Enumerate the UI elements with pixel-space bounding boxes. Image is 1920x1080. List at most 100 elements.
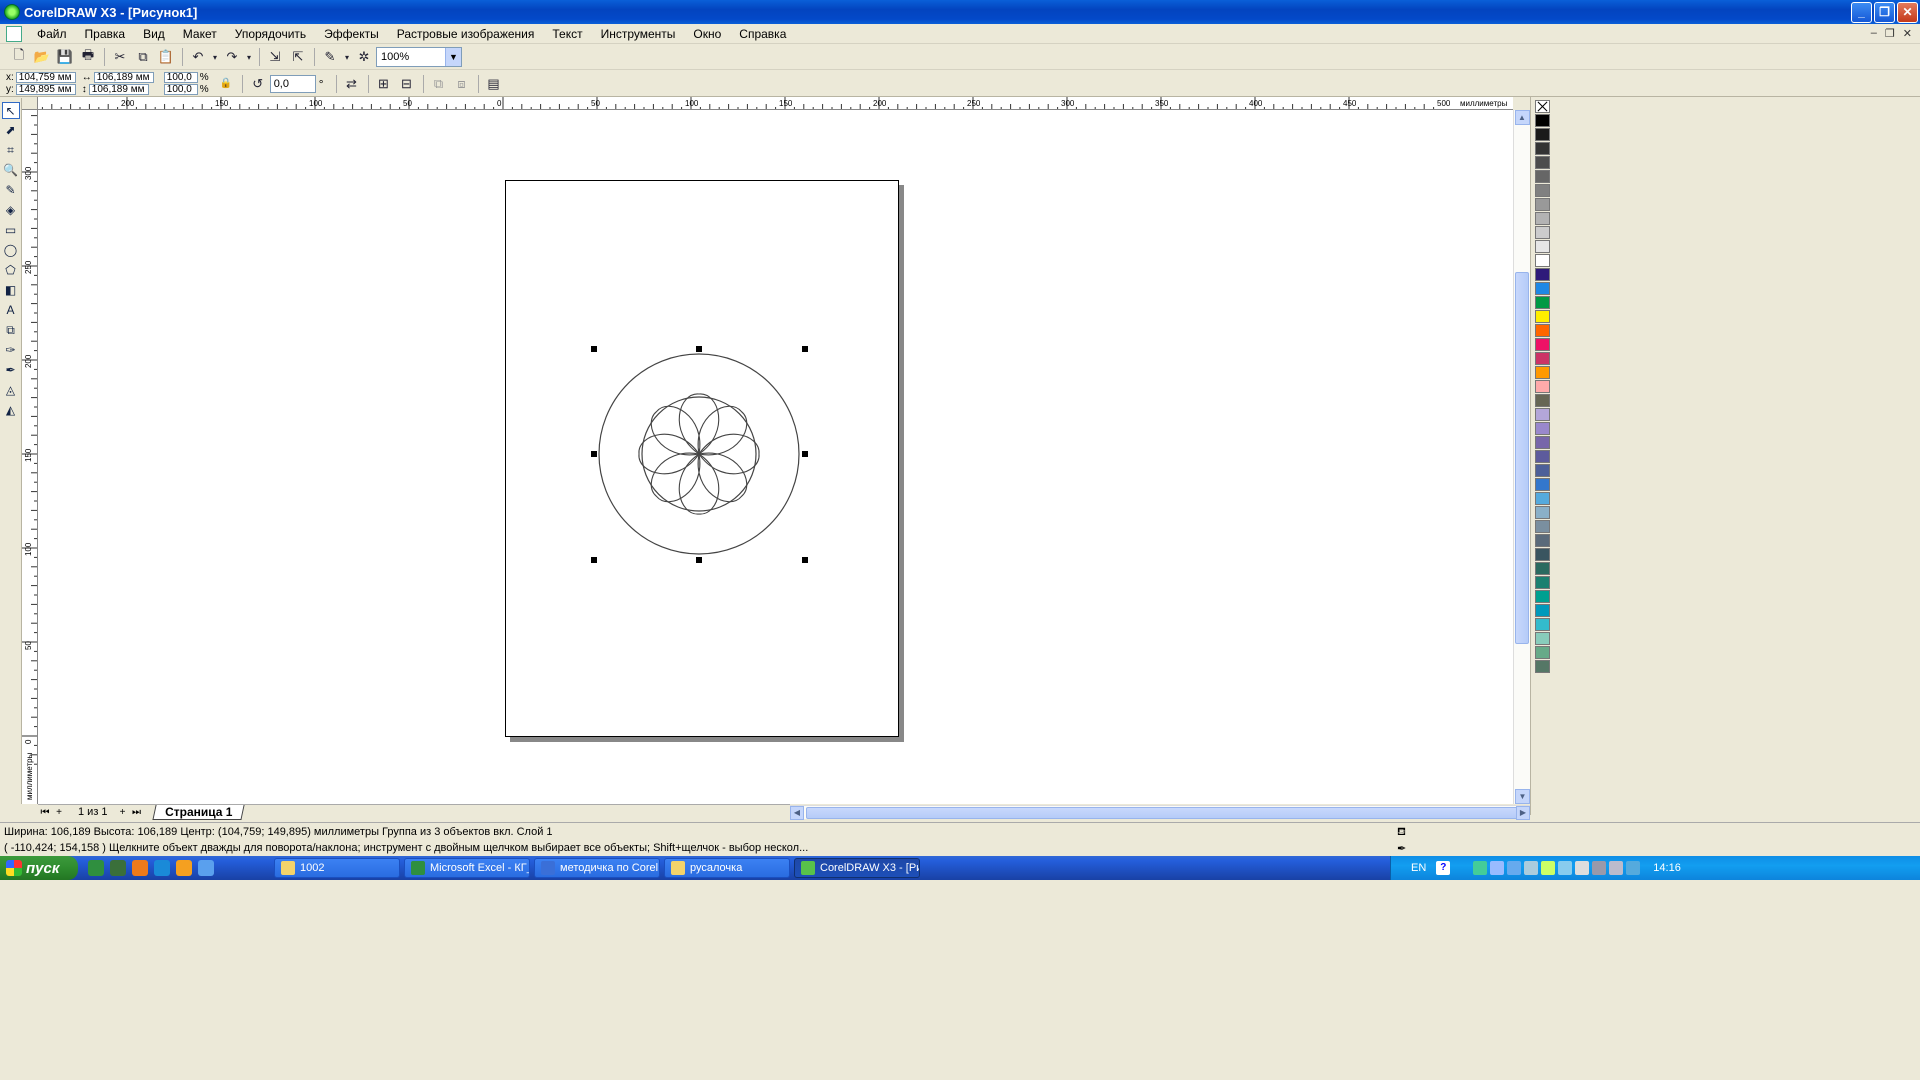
color-swatch[interactable] <box>1534 366 1550 379</box>
launcher-dropdown-icon[interactable]: ▾ <box>342 46 352 68</box>
color-swatch[interactable] <box>1534 338 1550 351</box>
cut-icon[interactable]: ✂ <box>109 46 131 68</box>
color-swatch[interactable] <box>1534 422 1550 435</box>
combine-icon[interactable]: ⧉ <box>428 73 450 95</box>
vertical-scroll-thumb[interactable] <box>1515 272 1529 644</box>
application-launcher-icon[interactable]: ✎ <box>319 46 341 68</box>
scale-y-input[interactable]: 100,0 <box>163 84 198 95</box>
page-tab[interactable]: Страница 1 <box>151 804 245 820</box>
start-button[interactable]: пуск <box>0 856 78 880</box>
lock-ratio-icon[interactable]: 🔒 <box>215 73 237 95</box>
tray-app-icon[interactable] <box>1473 861 1488 875</box>
horizontal-ruler[interactable]: 200 150 100 50 0 50 100 150 200 250 300 350 400 450 50… <box>38 97 1513 110</box>
color-swatch[interactable] <box>1534 296 1550 309</box>
width-input[interactable]: 106,189 мм <box>93 72 154 83</box>
restore-button[interactable]: ❐ <box>1874 2 1895 23</box>
add-page-after-icon[interactable]: + <box>116 807 130 818</box>
selection-handle[interactable] <box>802 451 808 457</box>
language-indicator[interactable]: EN <box>1411 862 1426 874</box>
eyedropper-tool-icon[interactable]: ✑ <box>2 342 20 359</box>
flower-petal[interactable] <box>698 433 760 475</box>
menu-window[interactable]: Окно <box>684 27 730 41</box>
new-document-icon[interactable]: 🗋 <box>8 46 30 68</box>
color-swatch[interactable] <box>1534 324 1550 337</box>
doc-minimize-icon[interactable]: – <box>1871 27 1877 40</box>
color-swatch[interactable] <box>1534 198 1550 211</box>
outline-indicator-icon[interactable]: ✒ <box>1397 842 1406 855</box>
break-apart-icon[interactable]: ⧈ <box>451 73 473 95</box>
color-swatch[interactable] <box>1534 184 1550 197</box>
rotation-angle-input[interactable]: 0,0 <box>269 74 316 93</box>
open-icon[interactable]: 📂 <box>31 46 53 68</box>
ie-icon[interactable] <box>154 860 170 876</box>
interactive-fill-tool-icon[interactable]: ◭ <box>2 402 20 419</box>
tray-app-icon[interactable] <box>1507 861 1522 875</box>
no-fill-swatch[interactable] <box>1534 100 1550 113</box>
shape-tool-icon[interactable]: ⬈ <box>2 122 20 139</box>
polygon-tool-icon[interactable]: ⬠ <box>2 262 20 279</box>
desktop-icon[interactable] <box>110 860 126 876</box>
color-swatch[interactable] <box>1534 380 1550 393</box>
selected-group-artwork[interactable] <box>38 110 1513 804</box>
selection-handle[interactable] <box>696 557 702 563</box>
selection-handle[interactable] <box>591 451 597 457</box>
color-swatch[interactable] <box>1534 282 1550 295</box>
menu-file[interactable]: Файл <box>28 27 76 41</box>
color-swatch[interactable] <box>1534 464 1550 477</box>
tray-app-icon[interactable] <box>1626 861 1641 875</box>
corel-online-icon[interactable]: ✲ <box>353 46 375 68</box>
scroll-up-icon[interactable]: ▲ <box>1514 110 1530 125</box>
color-swatch[interactable] <box>1534 156 1550 169</box>
vertical-ruler[interactable]: 300 250 200 150 100 50 0 миллиметры <box>22 110 38 804</box>
menu-tools[interactable]: Инструменты <box>592 27 685 41</box>
color-swatch[interactable] <box>1534 128 1550 141</box>
drawing-canvas[interactable] <box>38 110 1513 804</box>
group-icon[interactable]: ⊞ <box>373 73 395 95</box>
fill-tool-icon[interactable]: ◬ <box>2 382 20 399</box>
horizontal-scrollbar[interactable]: ◀ ▶ <box>790 805 1530 820</box>
task-excel[interactable]: Microsoft Excel - КГ_... <box>404 858 530 878</box>
help-icon[interactable]: ? <box>1436 861 1451 875</box>
rectangle-tool-icon[interactable]: ▭ <box>2 222 20 239</box>
color-swatch[interactable] <box>1534 632 1550 645</box>
color-swatch[interactable] <box>1534 114 1550 127</box>
undo-dropdown-icon[interactable]: ▾ <box>210 46 220 68</box>
task-folder-1002[interactable]: 1002 <box>274 858 400 878</box>
paste-icon[interactable]: 📋 <box>155 46 177 68</box>
chevron-down-icon[interactable]: ▼ <box>445 48 461 66</box>
vertical-scrollbar[interactable]: ▲ ▼ <box>1513 110 1530 804</box>
last-page-icon[interactable]: ⏭ <box>130 807 144 818</box>
volume-icon[interactable] <box>1575 861 1590 875</box>
save-icon[interactable]: 💾 <box>54 46 76 68</box>
x-position-input[interactable]: 104,759 мм <box>15 72 76 83</box>
document-icon[interactable] <box>6 25 22 42</box>
pick-tool-icon[interactable]: ↖ <box>1 102 20 119</box>
ruler-origin[interactable] <box>22 97 38 110</box>
scale-x-input[interactable]: 100,0 <box>163 72 198 83</box>
selection-handle[interactable] <box>802 557 808 563</box>
menu-view[interactable]: Вид <box>134 27 174 41</box>
first-page-icon[interactable]: ⏮ <box>38 807 52 818</box>
color-swatch[interactable] <box>1534 646 1550 659</box>
color-swatch[interactable] <box>1534 478 1550 491</box>
color-swatch[interactable] <box>1534 548 1550 561</box>
smart-fill-tool-icon[interactable]: ◈ <box>2 202 20 219</box>
zoom-level-select[interactable]: 100% ▼ <box>376 47 462 67</box>
color-swatch[interactable] <box>1534 170 1550 183</box>
fill-indicator-icon[interactable]: ⛾ <box>1397 826 1406 840</box>
tray-app-icon[interactable] <box>1524 861 1539 875</box>
menu-text[interactable]: Текст <box>543 27 591 41</box>
selection-handle[interactable] <box>591 346 597 352</box>
freehand-tool-icon[interactable]: ✎ <box>2 182 20 199</box>
flower-shape[interactable] <box>638 393 760 515</box>
flower-petal[interactable] <box>678 393 720 455</box>
zoom-tool-icon[interactable]: 🔍 <box>2 162 20 179</box>
menu-layout[interactable]: Макет <box>174 27 226 41</box>
minimize-button[interactable]: _ <box>1851 2 1872 23</box>
ungroup-icon[interactable]: ⊟ <box>396 73 418 95</box>
color-swatch[interactable] <box>1534 254 1550 267</box>
color-swatch[interactable] <box>1534 310 1550 323</box>
tray-app-icon[interactable] <box>1541 861 1556 875</box>
horizontal-scroll-thumb[interactable] <box>806 807 1524 819</box>
color-swatch[interactable] <box>1534 352 1550 365</box>
